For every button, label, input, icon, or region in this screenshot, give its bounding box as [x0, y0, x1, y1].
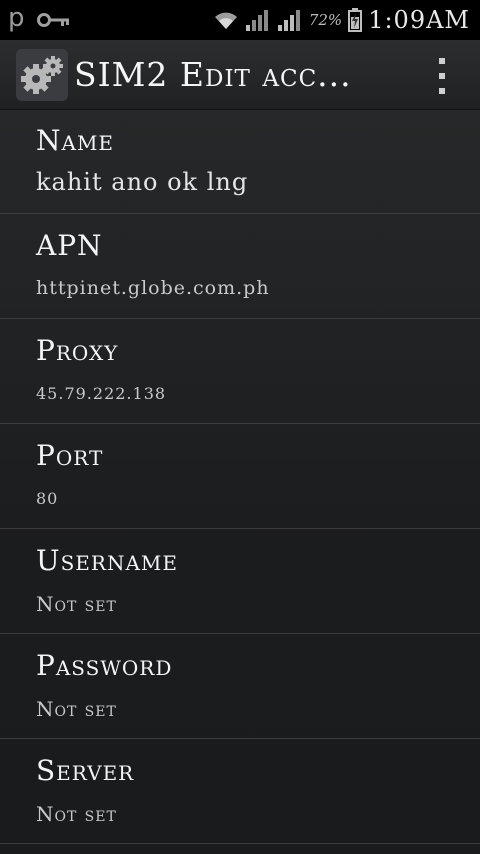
battery-icon [348, 8, 363, 32]
pref-summary: kahit ano ok lng [36, 168, 249, 196]
pref-item-apn[interactable]: APN httpinet.globe.com.ph [0, 215, 480, 319]
status-bar: p 72% 1:09AM [0, 0, 480, 40]
signal-icon [245, 10, 268, 31]
pref-item-password[interactable]: Password Not set [0, 635, 480, 739]
pref-summary: 80 [36, 489, 59, 508]
pref-item-username[interactable]: Username Not set [0, 530, 480, 634]
pref-summary: 45.79.222.138 [36, 384, 167, 403]
pref-title: Proxy [36, 334, 119, 367]
clock: 1:09AM [368, 6, 470, 34]
pref-item-server[interactable]: Server Not set [0, 740, 480, 844]
pref-title: Password [36, 649, 173, 682]
pref-title: Username [36, 544, 178, 577]
wifi-icon [214, 12, 237, 29]
pref-title: Name [36, 124, 115, 157]
signal-icon [277, 10, 300, 31]
pref-summary: Not set [36, 592, 117, 616]
pref-item-proxy[interactable]: Proxy 45.79.222.138 [0, 320, 480, 424]
action-bar-title: SIM2 Edit acc... [74, 55, 352, 94]
action-bar: SIM2 Edit acc... [0, 40, 480, 110]
pref-summary: Not set [36, 802, 117, 826]
pref-summary: httpinet.globe.com.ph [36, 277, 270, 299]
gears-icon[interactable] [16, 48, 68, 101]
pref-item-name[interactable]: Name kahit ano ok lng [0, 110, 480, 214]
apn-settings-list: Name kahit ano ok lng APN httpinet.globe… [0, 110, 480, 854]
pref-title: Port [36, 439, 104, 472]
pref-summary: Not set [36, 697, 117, 721]
overflow-menu-icon[interactable] [434, 58, 450, 94]
pref-title: APN [36, 229, 103, 262]
pref-item-port[interactable]: Port 80 [0, 425, 480, 529]
battery-percent: 72% [308, 11, 343, 29]
pref-title: Server [36, 754, 135, 787]
notification-p-icon: p [8, 3, 25, 33]
key-icon [36, 13, 69, 27]
